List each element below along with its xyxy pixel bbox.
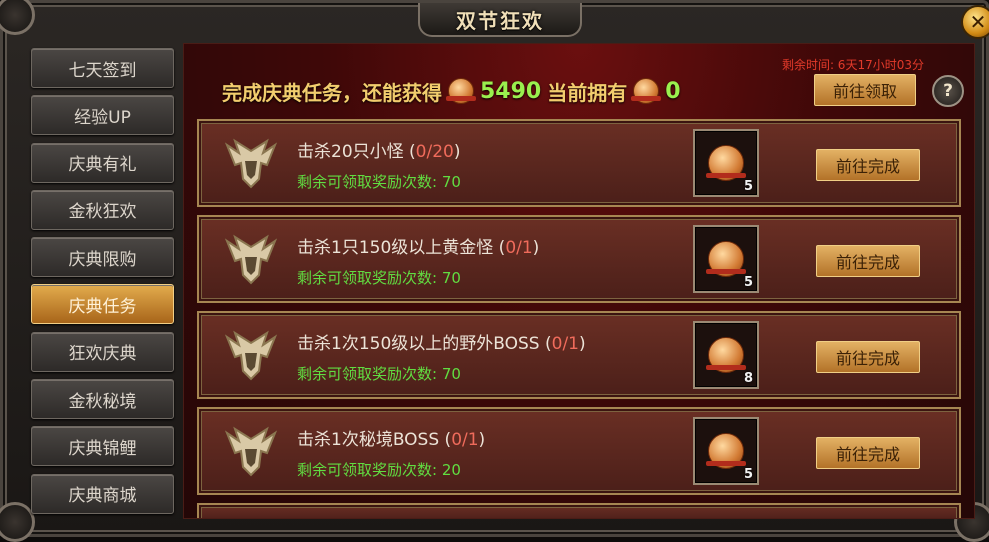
reward-count: 8: [743, 371, 753, 386]
reward-count: 5: [743, 275, 753, 290]
go-complete-button[interactable]: 前往完成: [816, 245, 920, 277]
sidebar-item-autumn-realm[interactable]: 金秋秘境: [31, 379, 174, 420]
festival-coin-icon: [706, 337, 746, 373]
go-claim-button[interactable]: 前往领取: [814, 74, 916, 106]
task-progress: 0/20: [415, 142, 454, 162]
reward-count: 5: [743, 179, 753, 194]
sidebar-item-exp-up[interactable]: 经验UP: [31, 95, 174, 136]
title-plate: 双节狂欢: [418, 3, 582, 37]
helmet-emblem-icon: [224, 426, 278, 477]
task-title: 击杀1只150级以上黄金怪 (0/1): [297, 238, 540, 258]
remaining-claims: 剩余可领取奖励次数: 70: [297, 365, 461, 383]
corner-ornament: [0, 502, 35, 542]
window-title: 双节狂欢: [456, 8, 544, 33]
event-window: 双节狂欢 ✕ 七天签到 经验UP 庆典有礼 金秋狂欢 庆典限购 庆典任务 狂欢庆…: [0, 0, 989, 542]
festival-coin-icon: [706, 433, 746, 469]
task-row: 击杀20只小怪 (0/20) 剩余可领取奖励次数: 70 5 前往完成: [197, 119, 961, 207]
festival-coin-icon: [706, 241, 746, 277]
sidebar-item-celebration-shop[interactable]: 庆典商城: [31, 473, 174, 514]
task-title: 击杀1次150级以上的野外BOSS (0/1): [297, 334, 586, 354]
task-row: 击杀1只150级以上黄金怪 (0/1) 剩余可领取奖励次数: 70 5 前往完成: [197, 215, 961, 303]
task-progress: 0/1: [551, 334, 579, 354]
task-row: 击杀1次150级以上的野外BOSS (0/1) 剩余可领取奖励次数: 70 8 …: [197, 311, 961, 399]
reward-count: 5: [743, 467, 753, 482]
close-button[interactable]: ✕: [961, 5, 989, 39]
go-complete-button[interactable]: 前往完成: [816, 341, 920, 373]
reward-slot[interactable]: 5: [693, 225, 759, 293]
helmet-emblem-icon: [224, 234, 278, 285]
summary-text: 完成庆典任务，还能获得: [222, 80, 442, 105]
close-icon: ✕: [969, 10, 987, 34]
owned-label: 当前拥有: [547, 80, 628, 105]
sidebar-item-limited-purchase[interactable]: 庆典限购: [31, 237, 174, 278]
festival-coin-icon: [631, 78, 662, 104]
sidebar-item-celebration-tasks[interactable]: 庆典任务: [31, 284, 174, 325]
remaining-claims: 剩余可领取奖励次数: 20: [297, 461, 461, 479]
owned-amount: 0: [665, 78, 681, 104]
sidebar: 七天签到 经验UP 庆典有礼 金秋狂欢 庆典限购 庆典任务 狂欢庆典 金秋秘境 …: [31, 48, 176, 521]
task-panel: 剩余时间: 6天17小时03分 完成庆典任务，还能获得 5490 当前拥有 0 …: [183, 43, 975, 519]
task-progress: 0/1: [505, 238, 533, 258]
reward-slot[interactable]: 5: [693, 129, 759, 197]
helmet-emblem-icon: [224, 138, 278, 189]
go-complete-button[interactable]: 前往完成: [816, 437, 920, 469]
remaining-claims: 剩余可领取奖励次数: 70: [297, 173, 461, 191]
sidebar-item-lucky-koi[interactable]: 庆典锦鲤: [31, 426, 174, 467]
remaining-claims: 剩余可领取奖励次数: 70: [297, 269, 461, 287]
sidebar-item-celebration-gift[interactable]: 庆典有礼: [31, 142, 174, 183]
sidebar-item-carnival-celebration[interactable]: 狂欢庆典: [31, 331, 174, 372]
task-row: [197, 503, 961, 518]
task-title: 击杀20只小怪 (0/20): [297, 142, 461, 162]
festival-coin-icon: [446, 78, 476, 104]
remaining-time: 剩余时间: 6天17小时03分: [781, 58, 924, 72]
reward-summary: 完成庆典任务，还能获得 5490 当前拥有 0: [222, 76, 681, 106]
task-progress: 0/1: [451, 430, 479, 450]
festival-coin-icon: [706, 145, 746, 181]
reward-slot[interactable]: 5: [693, 417, 759, 485]
obtainable-amount: 5490: [480, 78, 542, 104]
go-complete-button[interactable]: 前往完成: [816, 149, 920, 181]
sidebar-item-autumn-carnival[interactable]: 金秋狂欢: [31, 189, 174, 230]
task-title: 击杀1次秘境BOSS (0/1): [297, 430, 486, 450]
help-icon[interactable]: ?: [932, 75, 964, 107]
reward-slot[interactable]: 8: [693, 321, 759, 389]
sidebar-item-seven-day-signin[interactable]: 七天签到: [31, 48, 174, 88]
helmet-emblem-icon: [224, 330, 278, 381]
task-row: 击杀1次秘境BOSS (0/1) 剩余可领取奖励次数: 20 5 前往完成: [197, 407, 961, 495]
corner-ornament: [0, 0, 35, 35]
